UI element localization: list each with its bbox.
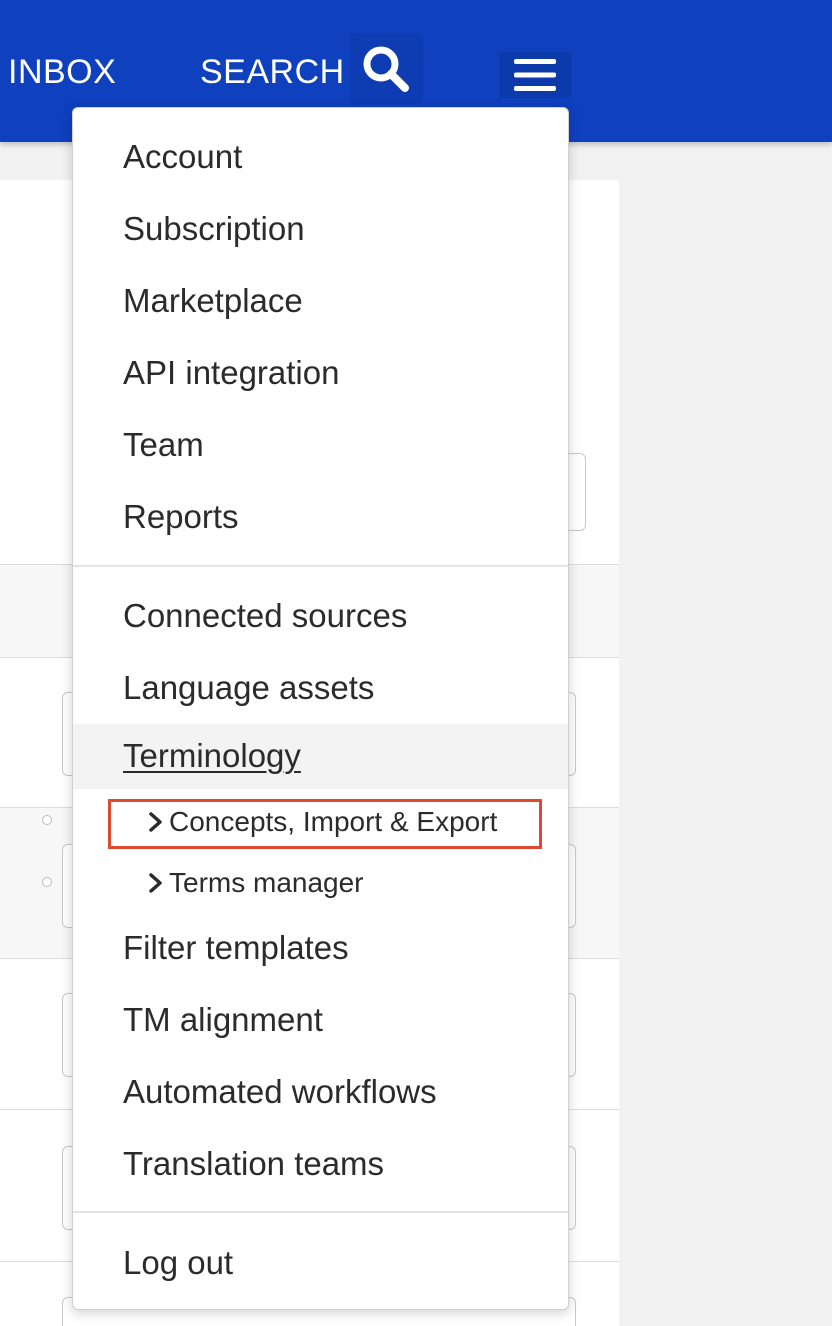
search-icon — [363, 46, 409, 92]
menu-item-automated-workflows[interactable]: Automated workflows — [123, 1070, 437, 1114]
menu-item-tm-alignment[interactable]: TM alignment — [123, 998, 323, 1042]
menu-item-api-integration[interactable]: API integration — [123, 351, 339, 395]
menu-item-language-assets[interactable]: Language assets — [123, 666, 374, 710]
hamburger-menu-button[interactable] — [499, 52, 571, 98]
menu-item-log-out[interactable]: Log out — [123, 1241, 233, 1285]
highlight-box — [108, 799, 542, 849]
menu-item-subscription[interactable]: Subscription — [123, 207, 305, 251]
main-menu-dropdown: Account Subscription Marketplace API int… — [72, 107, 569, 1310]
menu-separator — [73, 565, 568, 567]
background-radio — [42, 877, 52, 887]
menu-item-team[interactable]: Team — [123, 423, 204, 467]
menu-item-terminology[interactable]: Terminology — [123, 734, 301, 778]
submenu-item-label: Terms manager — [169, 867, 364, 898]
menu-separator — [73, 1211, 568, 1213]
submenu-item-terms-manager[interactable]: Terms manager — [145, 865, 364, 901]
menu-item-marketplace[interactable]: Marketplace — [123, 279, 303, 323]
background-radio — [42, 815, 52, 825]
nav-inbox-link[interactable]: INBOX — [8, 52, 116, 92]
chevron-right-icon — [149, 873, 162, 893]
menu-item-connected-sources[interactable]: Connected sources — [123, 594, 407, 638]
menu-item-translation-teams[interactable]: Translation teams — [123, 1142, 384, 1186]
search-button[interactable] — [349, 33, 423, 105]
menu-item-reports[interactable]: Reports — [123, 495, 239, 539]
nav-search-link[interactable]: SEARCH — [200, 52, 345, 92]
menu-item-filter-templates[interactable]: Filter templates — [123, 926, 349, 970]
hamburger-menu-icon — [514, 59, 556, 91]
menu-item-account[interactable]: Account — [123, 135, 242, 179]
